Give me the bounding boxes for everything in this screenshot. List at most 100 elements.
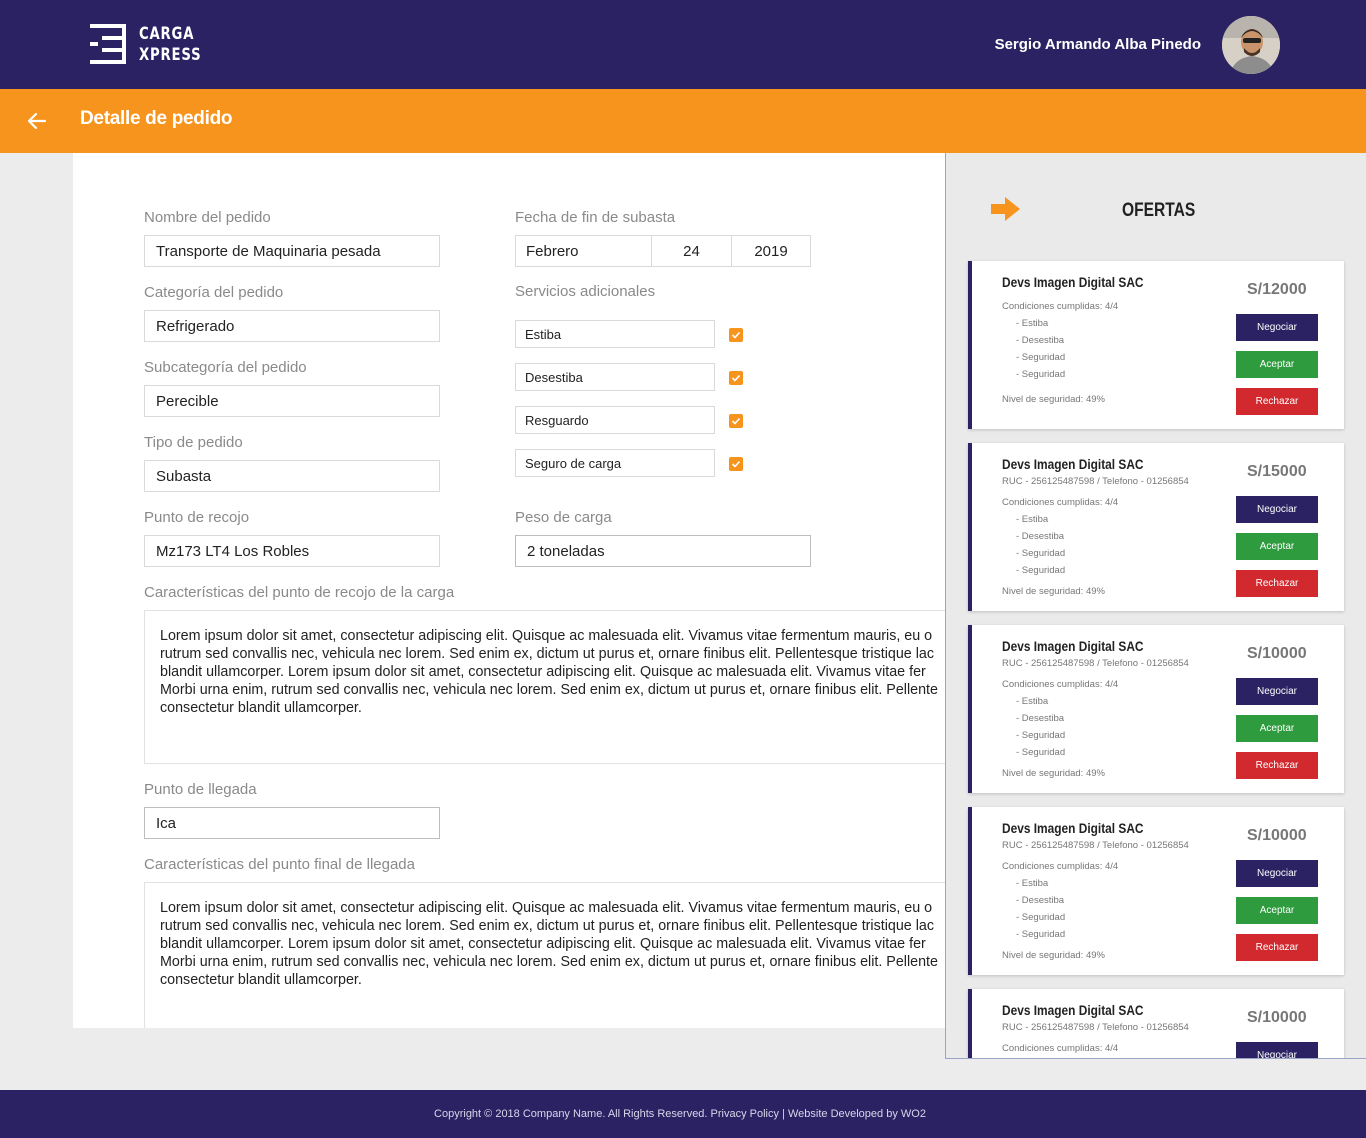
offer-company: Devs Imagen Digital SAC xyxy=(1002,820,1144,836)
footer-text: Copyright © 2018 Company Name. All Right… xyxy=(434,1108,926,1120)
offer-conditions: Condiciones cumplidas: 4/4 xyxy=(1002,497,1119,508)
offer-condition-item: - Seguridad xyxy=(1016,548,1066,559)
subcategoria-label: Subcategoría del pedido xyxy=(144,359,307,376)
top-header: CARGA XPRESS Sergio Armando Alba Pinedo xyxy=(0,0,1366,89)
order-detail-card: Nombre del pedido Transporte de Maquinar… xyxy=(73,153,945,1028)
llegada-label: Punto de llegada xyxy=(144,781,257,798)
text-line: blandit ullamcorper. Lorem ipsum dolor s… xyxy=(160,664,926,680)
servicio-resguardo: Resguardo xyxy=(515,406,715,434)
offer-price: S/15000 xyxy=(1247,463,1307,480)
offer-conditions: Condiciones cumplidas: 4/4 xyxy=(1002,1043,1119,1054)
logo-line1: CARGA xyxy=(139,24,195,44)
fecha-picker: Febrero 24 2019 xyxy=(515,235,811,267)
offer-condition-item: - Desestiba xyxy=(1016,895,1065,906)
servicio-estiba: Estiba xyxy=(515,320,715,348)
caract-recojo-textarea[interactable]: Lorem ipsum dolor sit amet, consectetur … xyxy=(144,610,945,764)
peso-field[interactable]: 2 toneladas xyxy=(515,535,811,567)
text-line: consectetur blandit ullamcorper. xyxy=(160,700,362,716)
aceptar-button[interactable]: Aceptar xyxy=(1236,715,1318,742)
offer-condition-item: - Seguridad xyxy=(1016,747,1066,758)
logo[interactable]: CARGA XPRESS xyxy=(90,24,210,66)
offer-condition-item: - Estiba xyxy=(1016,696,1049,707)
recojo-field[interactable]: Mz173 LT4 Los Robles xyxy=(144,535,440,567)
text-line: Morbi urna enim, rutrum sed convallis ne… xyxy=(160,682,938,698)
offer-price: S/10000 xyxy=(1247,1009,1307,1026)
rechazar-button[interactable]: Rechazar xyxy=(1236,570,1318,597)
page-title: Detalle de pedido xyxy=(80,108,233,129)
nombre-field[interactable]: Transporte de Maquinaria pesada xyxy=(144,235,440,267)
offer-card: Devs Imagen Digital SAC RUC - 2561254875… xyxy=(968,443,1344,611)
caract-llegada-textarea[interactable]: Lorem ipsum dolor sit amet, consectetur … xyxy=(144,882,945,1028)
subcategoria-field[interactable]: Perecible xyxy=(144,385,440,417)
offer-condition-item: - Desestiba xyxy=(1016,531,1065,542)
offer-security: Nivel de seguridad: 49% xyxy=(1002,394,1105,405)
servicio-seguro: Seguro de carga xyxy=(515,449,715,477)
tipo-field[interactable]: Subasta xyxy=(144,460,440,492)
rechazar-button[interactable]: Rechazar xyxy=(1236,934,1318,961)
servicio-desestiba: Desestiba xyxy=(515,363,715,391)
estiba-checkbox[interactable] xyxy=(729,328,743,342)
aceptar-button[interactable]: Aceptar xyxy=(1236,897,1318,924)
offer-security: Nivel de seguridad: 49% xyxy=(1002,586,1105,597)
offer-card: Devs Imagen Digital SAC RUC - 2561254875… xyxy=(968,625,1344,793)
offer-ruc: RUC - 256125487598 / Telefono - 01256854 xyxy=(1002,840,1189,851)
offer-company: Devs Imagen Digital SAC xyxy=(1002,1002,1144,1018)
avatar[interactable] xyxy=(1222,16,1280,74)
offer-price: S/12000 xyxy=(1247,281,1307,298)
offer-price: S/10000 xyxy=(1247,827,1307,844)
offers-panel: OFERTAS Devs Imagen Digital SAC S/12000 … xyxy=(945,153,1366,1059)
offer-company: Devs Imagen Digital SAC xyxy=(1002,456,1144,472)
offer-security: Nivel de seguridad: 49% xyxy=(1002,768,1105,779)
offer-condition-item: - Desestiba xyxy=(1016,335,1065,346)
offer-conditions: Condiciones cumplidas: 4/4 xyxy=(1002,301,1119,312)
text-line: rutrum sed convallis nec, vehicula nec l… xyxy=(160,646,935,662)
desestiba-checkbox[interactable] xyxy=(729,371,743,385)
text-line: Morbi urna enim, rutrum sed convallis ne… xyxy=(160,954,938,970)
back-arrow-icon[interactable] xyxy=(26,110,48,132)
negociar-button[interactable]: Negociar xyxy=(1236,860,1318,887)
resguardo-checkbox[interactable] xyxy=(729,414,743,428)
logo-line2: XPRESS xyxy=(139,45,202,65)
rechazar-button[interactable]: Rechazar xyxy=(1236,752,1318,779)
offer-condition-item: - Estiba xyxy=(1016,318,1049,329)
negociar-button[interactable]: Negociar xyxy=(1236,314,1318,341)
categoria-field[interactable]: Refrigerado xyxy=(144,310,440,342)
negociar-button[interactable]: Negociar xyxy=(1236,678,1318,705)
logo-mark xyxy=(90,24,130,64)
llegada-field[interactable]: Ica xyxy=(144,807,440,839)
offer-ruc: RUC - 256125487598 / Telefono - 01256854 xyxy=(1002,1022,1189,1033)
fecha-label: Fecha de fin de subasta xyxy=(515,209,676,226)
offer-card: Devs Imagen Digital SAC S/12000 Condicio… xyxy=(968,261,1344,429)
offer-price: S/10000 xyxy=(1247,645,1307,662)
footer: Copyright © 2018 Company Name. All Right… xyxy=(0,1090,1366,1138)
offer-conditions: Condiciones cumplidas: 4/4 xyxy=(1002,679,1119,690)
aceptar-button[interactable]: Aceptar xyxy=(1236,533,1318,560)
offer-company: Devs Imagen Digital SAC xyxy=(1002,638,1144,654)
caract-llegada-label: Características del punto final de llega… xyxy=(144,856,415,873)
negociar-button[interactable]: Negociar xyxy=(1236,496,1318,523)
user-name[interactable]: Sergio Armando Alba Pinedo xyxy=(995,36,1201,53)
negociar-button[interactable]: Negociar xyxy=(1236,1042,1318,1058)
servicios-label: Servicios adicionales xyxy=(515,283,656,300)
aceptar-button[interactable]: Aceptar xyxy=(1236,351,1318,378)
offer-condition-item: - Seguridad xyxy=(1016,565,1066,576)
text-line: rutrum sed convallis nec, vehicula nec l… xyxy=(160,918,935,934)
offers-title: OFERTAS xyxy=(1122,200,1196,221)
fecha-month[interactable]: Febrero xyxy=(516,236,652,266)
offer-condition-item: - Seguridad xyxy=(1016,730,1066,741)
rechazar-button[interactable]: Rechazar xyxy=(1236,388,1318,415)
caract-recojo-label: Características del punto de recojo de l… xyxy=(144,584,455,601)
offer-condition-item: - Seguridad xyxy=(1016,912,1066,923)
fecha-year[interactable]: 2019 xyxy=(732,236,810,266)
arrow-right-icon[interactable] xyxy=(991,196,1021,227)
recojo-label: Punto de recojo xyxy=(144,509,250,526)
fecha-day[interactable]: 24 xyxy=(652,236,732,266)
offer-condition-item: - Desestiba xyxy=(1016,713,1065,724)
peso-label: Peso de carga xyxy=(515,509,612,526)
seguro-checkbox[interactable] xyxy=(729,457,743,471)
offer-ruc: RUC - 256125487598 / Telefono - 01256854 xyxy=(1002,476,1189,487)
text-line: Lorem ipsum dolor sit amet, consectetur … xyxy=(160,900,933,916)
offer-company: Devs Imagen Digital SAC xyxy=(1002,274,1144,290)
nombre-label: Nombre del pedido xyxy=(144,209,271,226)
offer-security: Nivel de seguridad: 49% xyxy=(1002,950,1105,961)
